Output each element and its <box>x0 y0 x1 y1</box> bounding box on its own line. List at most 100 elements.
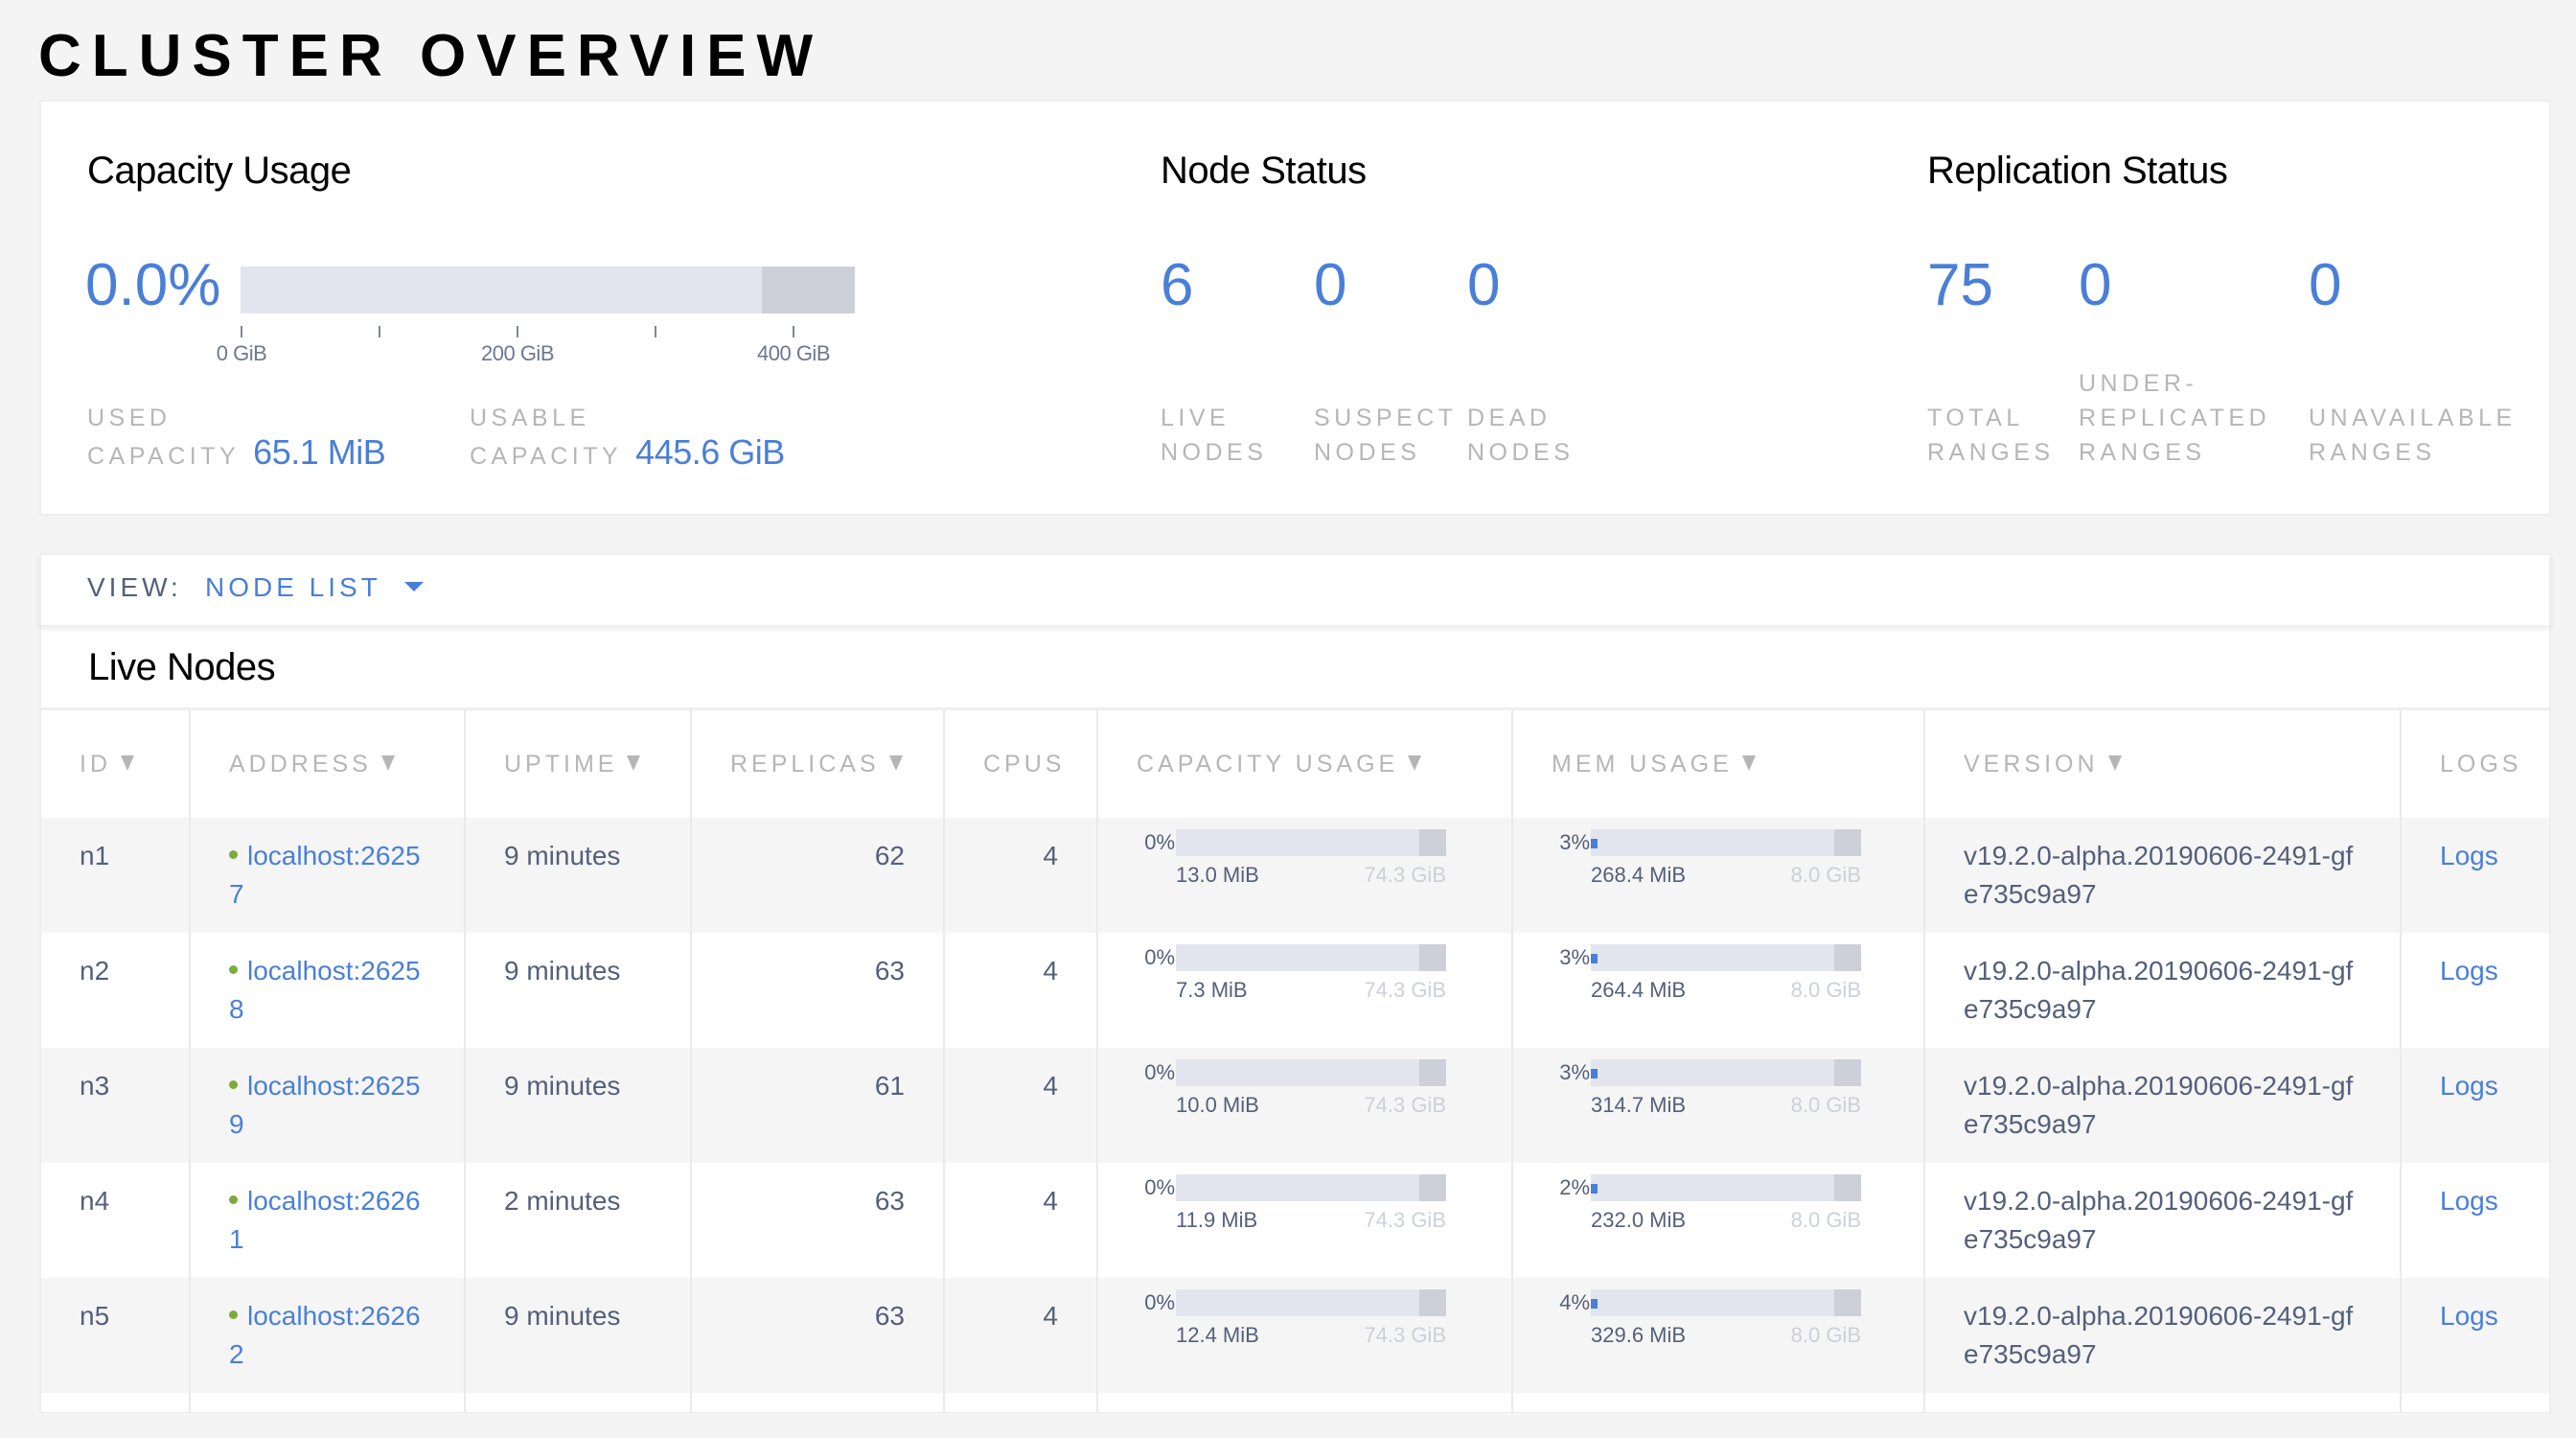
capacity-usage-bar <box>241 267 855 313</box>
under-replicated-ranges-label: UNDER- REPLICATED RANGES <box>2079 366 2270 470</box>
node-id: n5 <box>41 1278 190 1393</box>
column-header-replicas[interactable]: REPLICAS <box>690 710 944 818</box>
view-dropdown[interactable]: NODE LIST <box>205 572 424 603</box>
node-uptime: 9 minutes <box>464 933 691 1048</box>
label-line: NODES <box>1467 439 1575 466</box>
logs-link[interactable]: Logs <box>2440 1071 2498 1101</box>
mem-bar-track <box>1591 829 1861 856</box>
capacity-usage-cell: 0% 10.0 MiB 74.3 GiB <box>1096 1048 1512 1163</box>
label-line: TOTAL <box>1927 405 2024 431</box>
column-header-label: CPUS <box>983 750 1066 777</box>
axis-tick <box>655 326 656 337</box>
node-id: n2 <box>80 956 110 986</box>
label-line: NODES <box>1161 439 1268 466</box>
node-row: n1 localhost:26257 9 minutes 62 4 0% 13.… <box>41 818 2549 933</box>
node-cpus: 4 <box>943 1163 1097 1278</box>
table-filler-row <box>41 1393 2549 1412</box>
capacity-usage-percent: 0% <box>1144 830 1175 854</box>
dead-nodes-count: 0 <box>1467 252 1501 318</box>
label-line: DEAD <box>1467 405 1552 431</box>
node-cpus: 4 <box>943 1278 1097 1393</box>
node-logs-cell: Logs <box>2400 933 2549 1048</box>
column-header-label: REPLICAS <box>730 750 880 777</box>
label-line: USED <box>87 405 172 431</box>
logs-link[interactable]: Logs <box>2440 1301 2498 1331</box>
unavailable-ranges-label: UNAVAILABLE RANGES <box>2309 401 2517 470</box>
live-status-dot-icon <box>229 965 238 975</box>
label-line: RANGES <box>2079 439 2206 466</box>
mem-usage-cell: 2% 232.0 MiB 8.0 GiB <box>1511 1163 1924 1278</box>
capacity-usage-bar: 0% 11.9 MiB 74.3 GiB <box>1110 1174 1511 1251</box>
mem-total: 8.0 GiB <box>1790 863 1861 887</box>
node-address-link[interactable]: localhost:26258 <box>229 956 421 1024</box>
mem-usage-cell: 3% 314.7 MiB 8.0 GiB <box>1511 1048 1924 1163</box>
column-header-label: UPTIME <box>504 750 618 777</box>
column-header-label: VERSION <box>1964 750 2099 777</box>
capacity-bar-track <box>1176 1174 1446 1201</box>
node-row: n2 localhost:26258 9 minutes 63 4 0% 7.3… <box>41 933 2549 1048</box>
axis-tick <box>517 326 518 337</box>
node-version-cell: v19.2.0-alpha.20190606-2491-gfe735c9a97 <box>1923 933 2401 1048</box>
node-version-cell: v19.2.0-alpha.20190606-2491-gfe735c9a97 <box>1923 1278 2401 1393</box>
mem-bar-fill <box>1591 839 1598 848</box>
filler-cell <box>690 1393 944 1412</box>
mem-total: 8.0 GiB <box>1790 1323 1861 1347</box>
mem-bar-remaining-segment <box>1834 1174 1861 1201</box>
view-selector-bar: VIEW: NODE LIST <box>39 553 2551 625</box>
mem-bar-remaining-segment <box>1834 1289 1861 1316</box>
mem-usage-cell: 4% 329.6 MiB 8.0 GiB <box>1511 1278 1924 1393</box>
node-uptime: 9 minutes <box>464 818 691 933</box>
node-row: n4 localhost:26261 2 minutes 63 4 0% 11.… <box>41 1163 2549 1278</box>
axis-tick <box>793 326 794 337</box>
node-address-link[interactable]: localhost:26259 <box>229 1071 421 1139</box>
capacity-bar-remaining-segment <box>1419 1289 1446 1316</box>
node-status-heading: Node Status <box>1161 150 1367 192</box>
column-header-label: ADDRESS <box>229 750 372 777</box>
total-ranges-label: TOTAL RANGES <box>1927 401 2055 470</box>
column-header-mem-usage[interactable]: MEM USAGE <box>1511 710 1924 818</box>
axis-tick-label: 400 GiB <box>757 341 831 365</box>
capacity-bar-track <box>1176 1059 1446 1086</box>
mem-bar-fill <box>1591 1299 1598 1309</box>
under-replicated-ranges-count: 0 <box>2079 252 2112 318</box>
node-uptime: 9 minutes <box>464 1278 691 1393</box>
node-version: v19.2.0-alpha.20190606-2491-gfe735c9a97 <box>1964 1186 2354 1254</box>
caret-down-icon <box>403 581 424 591</box>
mem-bar-track <box>1591 1059 1861 1086</box>
axis-tick <box>241 326 242 337</box>
label-line: SUSPECT <box>1314 405 1458 431</box>
filler-cell <box>2400 1393 2549 1412</box>
live-nodes-label: LIVE NODES <box>1161 401 1267 470</box>
node-version: v19.2.0-alpha.20190606-2491-gfe735c9a97 <box>1964 841 2354 909</box>
mem-total: 8.0 GiB <box>1790 978 1861 1002</box>
logs-link[interactable]: Logs <box>2440 1186 2498 1216</box>
column-header-label: MEM USAGE <box>1552 750 1733 777</box>
logs-link[interactable]: Logs <box>2440 956 2498 986</box>
column-header-capacity-usage[interactable]: CAPACITY USAGE <box>1096 710 1512 818</box>
node-address-link[interactable]: localhost:26261 <box>229 1186 421 1254</box>
mem-usage-percent: 2% <box>1559 1175 1590 1199</box>
node-address-link[interactable]: localhost:26257 <box>229 841 421 909</box>
column-header-version[interactable]: VERSION <box>1923 710 2401 818</box>
capacity-bar-track <box>1176 1289 1446 1316</box>
logs-link[interactable]: Logs <box>2440 841 2498 870</box>
view-label: VIEW: <box>87 572 182 602</box>
usable-capacity-value: 445.6 GiB <box>635 432 785 472</box>
label-line: UNAVAILABLE <box>2309 405 2517 431</box>
capacity-bar-track <box>1176 829 1446 856</box>
capacity-usage-percent: 0% <box>1144 1175 1175 1199</box>
capacity-total: 74.3 GiB <box>1364 1093 1446 1117</box>
suspect-nodes-count: 0 <box>1314 252 1347 318</box>
column-header-uptime[interactable]: UPTIME <box>464 710 691 818</box>
column-header-address[interactable]: ADDRESS <box>189 710 465 818</box>
capacity-usage-cell: 0% 12.4 MiB 74.3 GiB <box>1096 1278 1512 1393</box>
column-header-id[interactable]: ID <box>41 710 190 818</box>
capacity-percent: 0.0% <box>85 252 221 318</box>
node-logs-cell: Logs <box>2400 818 2549 933</box>
mem-bar-track <box>1591 1174 1861 1201</box>
live-status-dot-icon <box>229 1080 238 1090</box>
filler-cell <box>1096 1393 1512 1412</box>
label-line: NODES <box>1314 439 1421 466</box>
sort-desc-icon <box>627 754 641 771</box>
node-address-link[interactable]: localhost:26262 <box>229 1301 421 1369</box>
